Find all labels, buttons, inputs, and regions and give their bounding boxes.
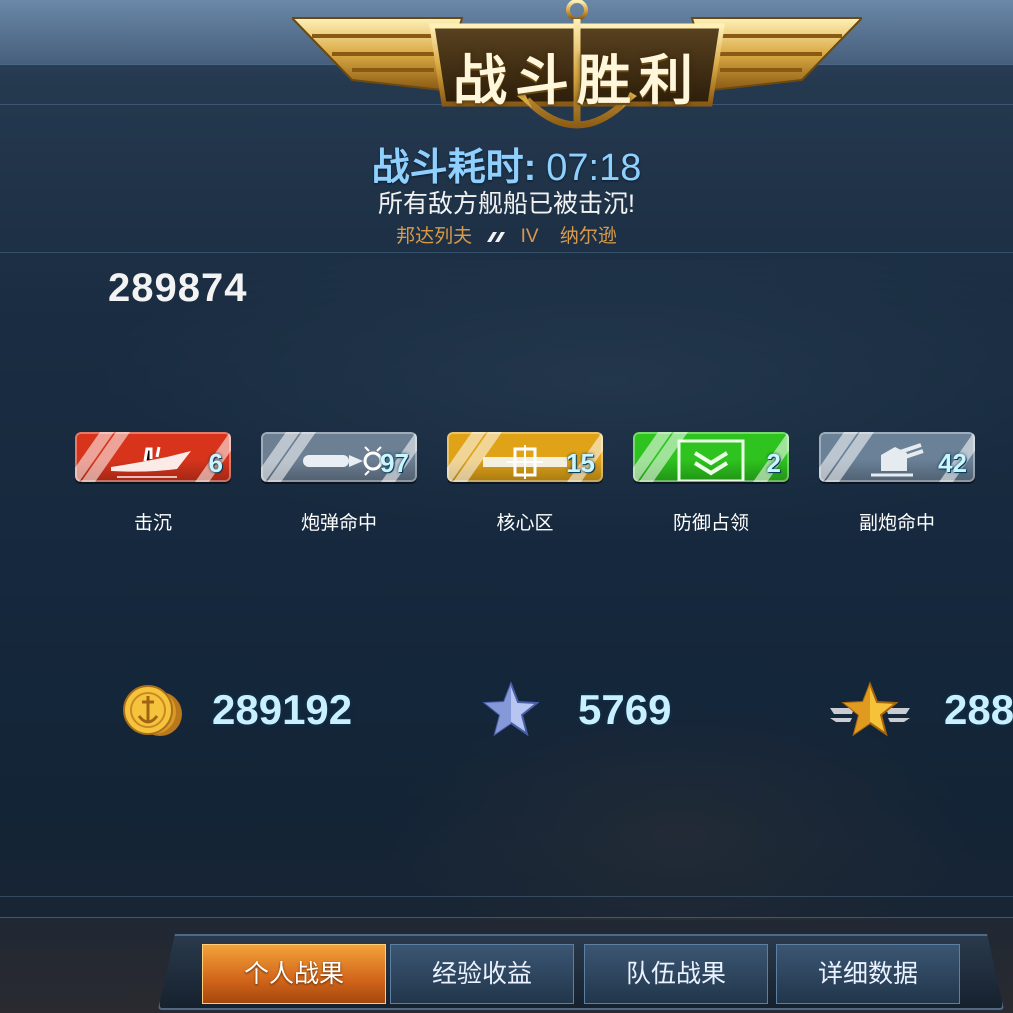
medal-label: 防御占领 xyxy=(672,513,749,534)
medal-count: 42 xyxy=(938,448,967,478)
medal-count: 2 xyxy=(766,448,781,478)
gold-coin-icon xyxy=(123,685,182,736)
divider-bottom xyxy=(0,896,1013,897)
gold-winged-star-icon xyxy=(830,681,910,737)
medal-label: 击沉 xyxy=(133,513,172,534)
blue-star-icon xyxy=(482,681,540,737)
ship-matchup: 邦达列夫 IV 纳尔逊 xyxy=(0,221,1013,248)
medal-1[interactable]: 6 击沉 xyxy=(75,432,233,542)
reward-credits: 289192 xyxy=(118,680,378,744)
victory-title: 战斗胜利 xyxy=(453,51,701,111)
medal-plate: 15 xyxy=(447,432,603,482)
citadel-icon xyxy=(483,445,567,479)
reward-free-experience: 288 xyxy=(828,680,1013,744)
free-experience-value: 288 xyxy=(944,686,1013,733)
medal-plate: 6 xyxy=(75,432,231,482)
medal-count: 15 xyxy=(566,448,595,478)
medal-plate: 2 xyxy=(633,432,789,482)
divider-upper xyxy=(0,252,1013,253)
medal-4[interactable]: 2 防御占领 xyxy=(633,432,791,542)
duration-value: 07:18 xyxy=(546,147,642,189)
result-message: 所有敌方舰船已被击沉! xyxy=(378,190,635,218)
capture-defense-icon xyxy=(677,439,745,481)
medal-plate: 97 xyxy=(261,432,417,482)
medal-label: 副炮命中 xyxy=(858,513,935,534)
secondary-gun-icon xyxy=(871,443,924,477)
tab-experience-gain[interactable]: 经验收益 xyxy=(390,944,574,1004)
opponent-ship-name: 纳尔逊 xyxy=(559,226,617,247)
rank-chevron-icon xyxy=(487,231,506,242)
medal-2[interactable]: 97 炮弹命中 xyxy=(261,432,419,542)
medal-plate: 42 xyxy=(819,432,975,482)
medal-label: 炮弹命中 xyxy=(300,513,377,534)
medal-3[interactable]: 15 核心区 xyxy=(447,432,605,542)
duration-label: 战斗耗时: xyxy=(371,147,537,189)
reward-experience: 5769 xyxy=(482,680,742,744)
medal-count: 97 xyxy=(380,448,409,478)
battle-duration: 战斗耗时: 07:18 xyxy=(0,136,1013,191)
credits-value: 289192 xyxy=(212,686,353,733)
medal-label: 核心区 xyxy=(496,513,554,534)
medal-count: 6 xyxy=(208,448,223,478)
shell-hit-icon xyxy=(303,446,383,476)
tab-team-results[interactable]: 队伍战果 xyxy=(584,944,768,1004)
ship-tier: IV xyxy=(520,226,539,247)
tab-detailed-data[interactable]: 详细数据 xyxy=(776,944,960,1004)
battle-score: 289874 xyxy=(108,266,248,310)
ship-sinking-icon xyxy=(111,446,191,478)
medal-5[interactable]: 42 副炮命中 xyxy=(819,432,977,542)
tab-personal-results[interactable]: 个人战果 xyxy=(202,944,386,1004)
player-ship-name: 邦达列夫 xyxy=(396,226,473,247)
victory-emblem: 战斗胜利 xyxy=(289,0,865,140)
experience-value: 5769 xyxy=(578,686,672,733)
